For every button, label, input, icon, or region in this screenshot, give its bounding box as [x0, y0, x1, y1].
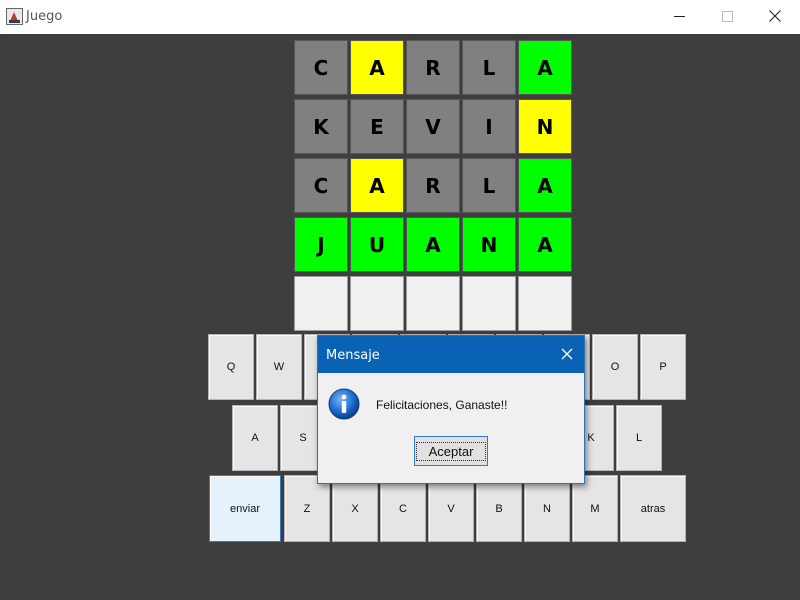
java-app-icon — [6, 8, 23, 25]
board-tile: U — [350, 217, 404, 272]
board-tile: I — [462, 99, 516, 154]
window-title: Juego — [26, 9, 63, 24]
board-tile — [350, 276, 404, 331]
key-p[interactable]: P — [640, 334, 686, 400]
dialog-titlebar: Mensaje — [318, 336, 584, 373]
board-tile: N — [462, 217, 516, 272]
board-tile — [294, 276, 348, 331]
maximize-button[interactable] — [703, 0, 751, 32]
board-tile: A — [406, 217, 460, 272]
key-b[interactable]: B — [476, 475, 522, 542]
board-tile: A — [518, 158, 572, 213]
minimize-icon — [673, 11, 685, 22]
board-tile — [518, 276, 572, 331]
key-n[interactable]: N — [524, 475, 570, 542]
board-tile: L — [462, 158, 516, 213]
board-tile: L — [462, 40, 516, 95]
maximize-icon — [721, 10, 733, 22]
key-w[interactable]: W — [256, 334, 302, 400]
dialog-message: Felicitaciones, Ganaste!! — [376, 398, 508, 412]
close-button[interactable] — [751, 0, 799, 32]
key-atras[interactable]: atras — [620, 475, 686, 542]
board-tile: N — [518, 99, 572, 154]
board-tile: A — [350, 158, 404, 213]
message-dialog: Mensaje Felicitaciones, Ganaste!! Acepta… — [317, 335, 585, 484]
dialog-title: Mensaje — [326, 348, 380, 363]
minimize-button[interactable] — [655, 0, 703, 32]
window-titlebar: Juego — [0, 0, 800, 34]
board-tile: A — [518, 40, 572, 95]
key-v[interactable]: V — [428, 475, 474, 542]
board-tile: R — [406, 40, 460, 95]
key-m[interactable]: M — [572, 475, 618, 542]
key-c[interactable]: C — [380, 475, 426, 542]
board-tile: A — [518, 217, 572, 272]
info-icon — [328, 388, 360, 420]
key-l[interactable]: L — [616, 405, 662, 471]
board-tile — [462, 276, 516, 331]
close-icon — [769, 10, 781, 22]
key-z[interactable]: Z — [284, 475, 330, 542]
key-o[interactable]: O — [592, 334, 638, 400]
key-a[interactable]: A — [232, 405, 278, 471]
game-panel: CARLAKEVINCARLAJUANA QWERTYUIOPASDFGHJKL… — [0, 34, 800, 600]
board-tile: J — [294, 217, 348, 272]
board-tile: C — [294, 40, 348, 95]
key-enviar[interactable]: enviar — [209, 475, 281, 542]
key-x[interactable]: X — [332, 475, 378, 542]
board-tile: K — [294, 99, 348, 154]
board-tile: C — [294, 158, 348, 213]
accept-button-label: Aceptar — [415, 441, 487, 461]
board-tile: A — [350, 40, 404, 95]
board-tile: R — [406, 158, 460, 213]
dialog-close-icon[interactable] — [558, 345, 576, 363]
board-tile: V — [406, 99, 460, 154]
board-tile — [406, 276, 460, 331]
board-tile: E — [350, 99, 404, 154]
key-q[interactable]: Q — [208, 334, 254, 400]
accept-button[interactable]: Aceptar — [414, 436, 488, 466]
